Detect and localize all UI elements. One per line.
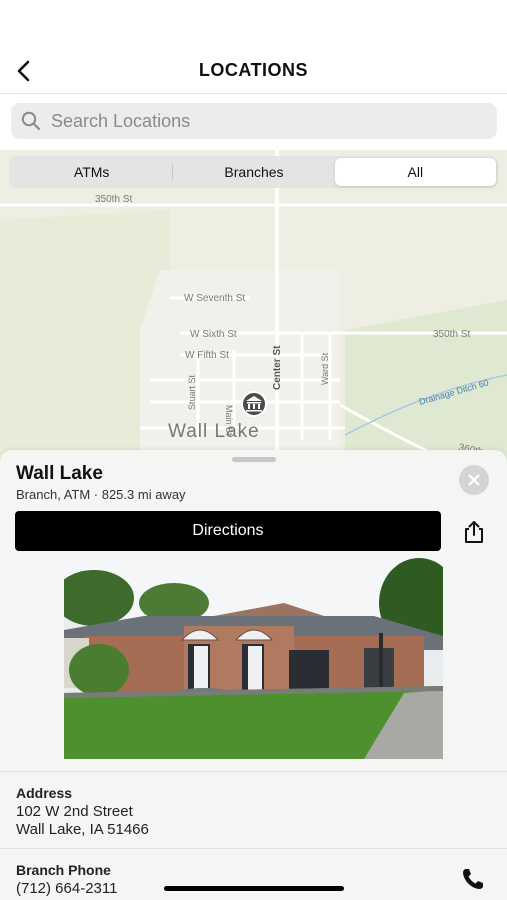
nav-header: LOCATIONS: [0, 0, 507, 94]
directions-button[interactable]: Directions: [15, 511, 441, 551]
location-filter-segmented: ATMs Branches All: [9, 156, 498, 188]
address-line-2[interactable]: Wall Lake, IA 51466: [16, 821, 149, 839]
search-bar-container: [0, 94, 507, 150]
svg-text:W Fifth St: W Fifth St: [185, 350, 229, 361]
branch-photo: [64, 558, 443, 759]
share-icon[interactable]: [460, 518, 488, 546]
search-field[interactable]: [11, 103, 497, 139]
filter-all[interactable]: All: [334, 158, 496, 186]
home-indicator: [164, 886, 344, 891]
location-name: Wall Lake: [16, 463, 103, 484]
address-line-1[interactable]: 102 W 2nd Street: [16, 803, 133, 821]
sheet-grabber[interactable]: [232, 457, 276, 462]
address-label: Address: [16, 785, 73, 801]
svg-text:W Seventh St: W Seventh St: [184, 293, 245, 304]
phone-label: Branch Phone: [16, 862, 111, 878]
page-title: LOCATIONS: [198, 60, 309, 80]
filter-branches[interactable]: Branches: [173, 158, 334, 186]
divider: [0, 771, 507, 772]
map-canvas: 350th St W Seventh St W Sixth St W Fifth…: [0, 150, 507, 470]
phone-number[interactable]: (712) 664-2311: [16, 880, 117, 898]
svg-text:Center St: Center St: [272, 345, 283, 390]
location-subtitle: Branch, ATM · 825.3 mi away: [16, 487, 186, 502]
svg-text:Wall Lake: Wall Lake: [168, 421, 260, 442]
search-input[interactable]: [49, 109, 473, 133]
filter-atms[interactable]: ATMs: [11, 158, 172, 186]
svg-text:Stuart St: Stuart St: [187, 374, 197, 410]
phone-icon[interactable]: [460, 866, 486, 892]
svg-text:W Sixth St: W Sixth St: [190, 329, 237, 340]
divider: [0, 848, 507, 849]
map-view[interactable]: 350th St W Seventh St W Sixth St W Fifth…: [0, 150, 507, 470]
close-icon: [468, 474, 480, 486]
svg-text:350th St: 350th St: [433, 329, 470, 340]
close-button[interactable]: [459, 465, 489, 495]
search-icon: [21, 111, 41, 131]
location-detail-sheet: Wall Lake Branch, ATM · 825.3 mi away Di…: [0, 450, 507, 900]
svg-text:Ward St: Ward St: [320, 352, 330, 385]
street-label: 350th St: [95, 194, 132, 205]
